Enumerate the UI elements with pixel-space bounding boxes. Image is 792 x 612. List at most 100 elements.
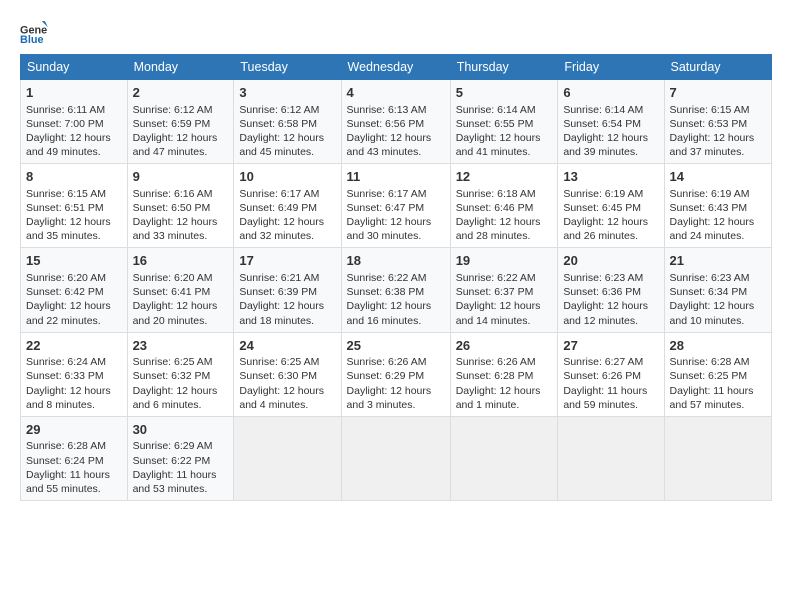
- day-number: 1: [26, 84, 122, 102]
- calendar-cell: [450, 416, 558, 500]
- day-number: 21: [670, 252, 766, 270]
- day-info-line: and 45 minutes.: [239, 145, 335, 159]
- day-info-line: Sunset: 6:42 PM: [26, 285, 122, 299]
- day-number: 9: [133, 168, 229, 186]
- day-info-line: Daylight: 12 hours: [347, 215, 445, 229]
- day-info-line: Sunset: 6:47 PM: [347, 201, 445, 215]
- calendar-cell: 26Sunrise: 6:26 AMSunset: 6:28 PMDayligh…: [450, 332, 558, 416]
- day-info-line: Sunrise: 6:12 AM: [133, 103, 229, 117]
- day-info-line: and 33 minutes.: [133, 229, 229, 243]
- day-info-line: Sunset: 6:34 PM: [670, 285, 766, 299]
- day-info-line: and 20 minutes.: [133, 314, 229, 328]
- day-number: 7: [670, 84, 766, 102]
- day-number: 14: [670, 168, 766, 186]
- day-info-line: Daylight: 12 hours: [456, 215, 553, 229]
- day-number: 25: [347, 337, 445, 355]
- day-info-line: and 32 minutes.: [239, 229, 335, 243]
- day-number: 16: [133, 252, 229, 270]
- day-number: 3: [239, 84, 335, 102]
- calendar-cell: 30Sunrise: 6:29 AMSunset: 6:22 PMDayligh…: [127, 416, 234, 500]
- calendar-cell: 19Sunrise: 6:22 AMSunset: 6:37 PMDayligh…: [450, 248, 558, 332]
- calendar-cell: 11Sunrise: 6:17 AMSunset: 6:47 PMDayligh…: [341, 164, 450, 248]
- weekday-header-saturday: Saturday: [664, 55, 771, 80]
- day-info-line: Daylight: 12 hours: [670, 299, 766, 313]
- day-info-line: Sunrise: 6:26 AM: [456, 355, 553, 369]
- logo: General Blue: [20, 18, 52, 46]
- day-number: 29: [26, 421, 122, 439]
- calendar-cell: 28Sunrise: 6:28 AMSunset: 6:25 PMDayligh…: [664, 332, 771, 416]
- svg-text:Blue: Blue: [20, 34, 44, 46]
- day-info-line: and 43 minutes.: [347, 145, 445, 159]
- day-info-line: and 8 minutes.: [26, 398, 122, 412]
- day-info-line: and 30 minutes.: [347, 229, 445, 243]
- weekday-header-monday: Monday: [127, 55, 234, 80]
- day-info-line: Sunrise: 6:12 AM: [239, 103, 335, 117]
- logo-icon: General Blue: [20, 18, 48, 46]
- day-info-line: Daylight: 12 hours: [456, 131, 553, 145]
- day-info-line: and 16 minutes.: [347, 314, 445, 328]
- day-info-line: Sunrise: 6:21 AM: [239, 271, 335, 285]
- day-info-line: Daylight: 12 hours: [456, 384, 553, 398]
- day-info-line: and 41 minutes.: [456, 145, 553, 159]
- calendar-cell: 22Sunrise: 6:24 AMSunset: 6:33 PMDayligh…: [21, 332, 128, 416]
- day-info-line: Sunset: 6:51 PM: [26, 201, 122, 215]
- day-info-line: Daylight: 12 hours: [133, 131, 229, 145]
- day-number: 28: [670, 337, 766, 355]
- day-info-line: Daylight: 12 hours: [133, 384, 229, 398]
- day-number: 24: [239, 337, 335, 355]
- day-info-line: Daylight: 12 hours: [239, 299, 335, 313]
- day-info-line: Sunrise: 6:14 AM: [456, 103, 553, 117]
- day-info-line: Daylight: 12 hours: [563, 131, 658, 145]
- day-info-line: Daylight: 12 hours: [670, 215, 766, 229]
- day-info-line: Daylight: 12 hours: [26, 299, 122, 313]
- day-info-line: Daylight: 12 hours: [347, 299, 445, 313]
- day-info-line: Sunset: 6:55 PM: [456, 117, 553, 131]
- day-number: 26: [456, 337, 553, 355]
- day-number: 12: [456, 168, 553, 186]
- weekday-header-wednesday: Wednesday: [341, 55, 450, 80]
- day-info-line: and 55 minutes.: [26, 482, 122, 496]
- day-info-line: Daylight: 12 hours: [563, 215, 658, 229]
- day-number: 2: [133, 84, 229, 102]
- day-info-line: and 18 minutes.: [239, 314, 335, 328]
- calendar-cell: 29Sunrise: 6:28 AMSunset: 6:24 PMDayligh…: [21, 416, 128, 500]
- calendar-cell: [664, 416, 771, 500]
- day-info-line: and 53 minutes.: [133, 482, 229, 496]
- day-info-line: Sunrise: 6:18 AM: [456, 187, 553, 201]
- calendar-cell: 6Sunrise: 6:14 AMSunset: 6:54 PMDaylight…: [558, 80, 664, 164]
- day-number: 15: [26, 252, 122, 270]
- day-info-line: Daylight: 12 hours: [347, 384, 445, 398]
- day-info-line: Sunrise: 6:14 AM: [563, 103, 658, 117]
- day-info-line: Sunset: 6:37 PM: [456, 285, 553, 299]
- day-info-line: Sunset: 6:45 PM: [563, 201, 658, 215]
- day-number: 23: [133, 337, 229, 355]
- day-info-line: Sunrise: 6:15 AM: [26, 187, 122, 201]
- day-info-line: Daylight: 12 hours: [456, 299, 553, 313]
- day-info-line: Sunrise: 6:16 AM: [133, 187, 229, 201]
- day-number: 22: [26, 337, 122, 355]
- day-info-line: and 6 minutes.: [133, 398, 229, 412]
- day-info-line: Sunrise: 6:23 AM: [670, 271, 766, 285]
- day-info-line: and 24 minutes.: [670, 229, 766, 243]
- day-info-line: Daylight: 12 hours: [26, 131, 122, 145]
- day-info-line: and 57 minutes.: [670, 398, 766, 412]
- day-number: 13: [563, 168, 658, 186]
- day-info-line: Sunset: 7:00 PM: [26, 117, 122, 131]
- day-info-line: and 26 minutes.: [563, 229, 658, 243]
- day-number: 10: [239, 168, 335, 186]
- calendar-cell: 27Sunrise: 6:27 AMSunset: 6:26 PMDayligh…: [558, 332, 664, 416]
- day-info-line: Daylight: 12 hours: [239, 215, 335, 229]
- day-number: 4: [347, 84, 445, 102]
- day-info-line: Daylight: 12 hours: [239, 384, 335, 398]
- day-info-line: Sunrise: 6:22 AM: [347, 271, 445, 285]
- day-number: 18: [347, 252, 445, 270]
- day-number: 19: [456, 252, 553, 270]
- day-info-line: Sunset: 6:50 PM: [133, 201, 229, 215]
- day-info-line: Sunrise: 6:19 AM: [670, 187, 766, 201]
- calendar-cell: 10Sunrise: 6:17 AMSunset: 6:49 PMDayligh…: [234, 164, 341, 248]
- day-info-line: Sunset: 6:36 PM: [563, 285, 658, 299]
- day-info-line: Sunrise: 6:22 AM: [456, 271, 553, 285]
- calendar-cell: 24Sunrise: 6:25 AMSunset: 6:30 PMDayligh…: [234, 332, 341, 416]
- day-info-line: Sunrise: 6:20 AM: [26, 271, 122, 285]
- calendar-cell: 17Sunrise: 6:21 AMSunset: 6:39 PMDayligh…: [234, 248, 341, 332]
